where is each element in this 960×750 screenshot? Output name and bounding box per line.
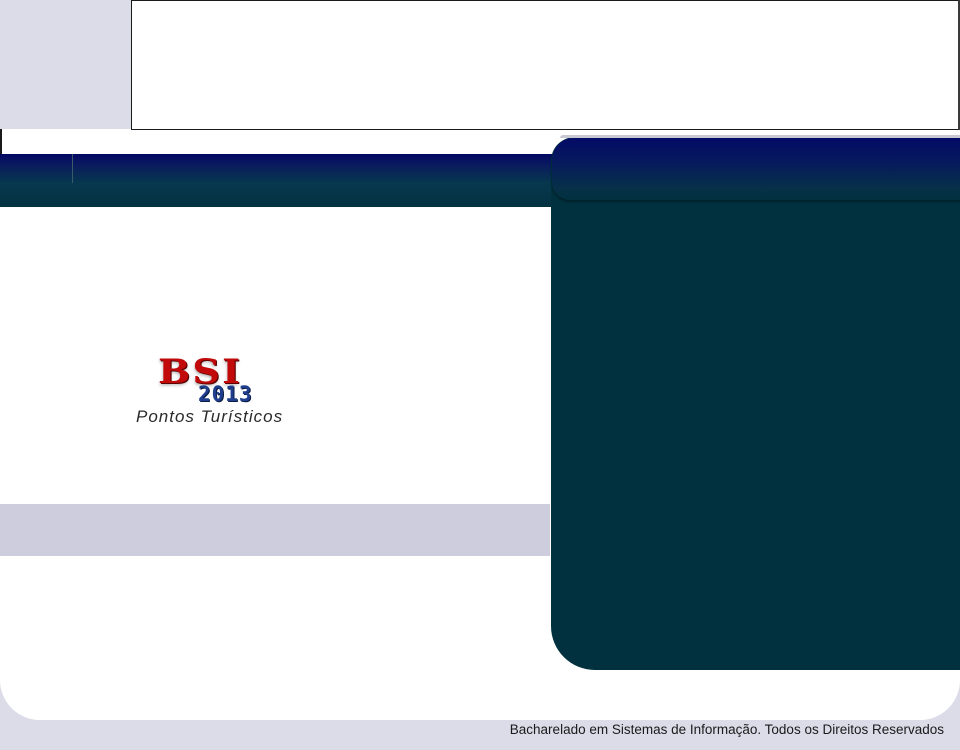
logo-year: 2013 bbox=[198, 382, 253, 406]
content-band bbox=[0, 504, 550, 556]
main-navigation-bar bbox=[0, 154, 560, 207]
nav-divider bbox=[72, 154, 73, 183]
site-logo[interactable]: BSI 2013 Pontos Turísticos Pontos Turíst… bbox=[130, 352, 300, 462]
footer-copyright: Bacharelado em Sistemas de Informação. T… bbox=[509, 722, 944, 737]
sidebar-panel-header bbox=[552, 138, 960, 200]
corner-tile bbox=[0, 0, 132, 129]
header-banner bbox=[131, 0, 960, 130]
logo-subtitle: Pontos Turísticos bbox=[136, 407, 284, 426]
sidebar-panel bbox=[551, 137, 960, 670]
